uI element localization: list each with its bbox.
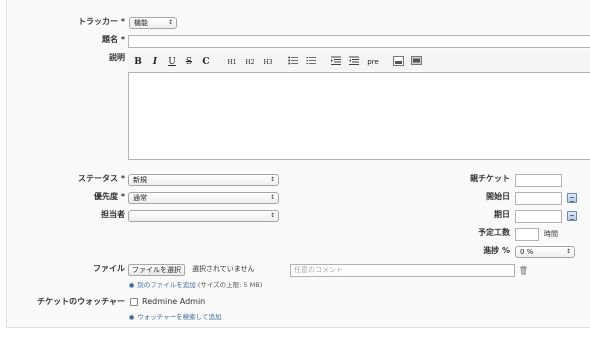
watchers-label: チケットのウォッチャー: [37, 297, 125, 306]
tracker-select[interactable]: 機能 ↕: [129, 17, 177, 29]
parent-issue-input[interactable]: [515, 174, 562, 187]
select-arrows-icon: ↕: [269, 176, 275, 183]
no-file-selected-text: 選択されていません: [192, 265, 255, 273]
calendar-icon[interactable]: [567, 211, 577, 221]
inline-code-button[interactable]: C: [200, 55, 212, 68]
priority-value: 通常: [133, 194, 147, 202]
wiki-toolbar: B I U S C H1 H2 H3 pre: [128, 51, 590, 71]
done-ratio-value: 0 %: [520, 248, 534, 256]
watcher-user-name: Redmine Admin: [142, 297, 206, 306]
assignee-select[interactable]: ↕: [128, 210, 279, 222]
bold-button[interactable]: B: [132, 55, 144, 68]
ordered-list-icon[interactable]: [304, 55, 318, 68]
estimated-hours-input[interactable]: [515, 228, 539, 241]
done-ratio-label: 進捗 %: [483, 246, 510, 255]
italic-button[interactable]: I: [149, 55, 161, 68]
parent-issue-label: 親チケット: [470, 174, 510, 183]
assignee-label: 担当者: [101, 210, 125, 219]
priority-select[interactable]: 通常 ↕: [128, 192, 279, 204]
tracker-value: 機能: [134, 19, 148, 27]
wiki-link-icon[interactable]: [391, 55, 405, 68]
priority-label: 優先度 *: [94, 192, 125, 201]
heading3-button[interactable]: H3: [261, 55, 275, 68]
estimated-hours-label: 予定工数: [478, 228, 510, 237]
description-label: 説明: [109, 53, 125, 62]
heading2-button[interactable]: H2: [243, 55, 257, 68]
due-date-label: 期日: [494, 210, 510, 219]
status-value: 新規: [133, 176, 147, 184]
issue-form-panel: [6, 0, 590, 328]
subject-input[interactable]: [128, 35, 590, 48]
select-arrows-icon: ↕: [565, 248, 571, 255]
file-comment-input[interactable]: 任意のコメント: [290, 264, 515, 277]
start-date-label: 開始日: [486, 192, 510, 201]
underline-button[interactable]: U: [166, 55, 178, 68]
image-icon[interactable]: [409, 55, 423, 68]
add-file-text[interactable]: 別のファイルを追加: [137, 281, 196, 289]
quote-icon[interactable]: [329, 55, 343, 68]
due-date-input[interactable]: [515, 210, 562, 223]
unquote-icon[interactable]: [347, 55, 361, 68]
select-arrows-icon: ↕: [269, 212, 275, 219]
strikethrough-button[interactable]: S: [183, 55, 195, 68]
hours-unit: 時間: [544, 230, 558, 238]
max-size-note: (サイズの上限: 5 MB): [197, 281, 263, 289]
done-ratio-select[interactable]: 0 % ↕: [515, 246, 575, 258]
select-arrows-icon: ↕: [269, 194, 275, 201]
status-label: ステータス *: [78, 174, 125, 183]
file-comment-placeholder: 任意のコメント: [294, 266, 343, 274]
tracker-label: トラッカー *: [78, 17, 125, 26]
watcher-checkbox[interactable]: [130, 298, 138, 306]
add-icon: ●: [129, 314, 135, 321]
preformatted-button[interactable]: pre: [365, 55, 381, 68]
select-arrows-icon: ↕: [167, 19, 173, 26]
files-label: ファイル: [93, 264, 125, 273]
subject-label: 題名 *: [102, 35, 125, 44]
choose-file-button[interactable]: ファイルを選択: [128, 264, 185, 276]
calendar-icon[interactable]: [567, 193, 577, 203]
trash-icon[interactable]: [519, 265, 528, 275]
add-another-file-link[interactable]: ● 別のファイルを追加 (サイズの上限: 5 MB): [129, 280, 262, 291]
heading1-button[interactable]: H1: [225, 55, 239, 68]
unordered-list-icon[interactable]: [286, 55, 300, 68]
add-icon: ●: [129, 282, 135, 289]
search-watchers-text[interactable]: ウォッチャーを検索して追加: [137, 313, 221, 321]
search-watchers-link[interactable]: ● ウォッチャーを検索して追加: [129, 312, 222, 323]
status-select[interactable]: 新規 ↕: [128, 174, 279, 186]
start-date-input[interactable]: [515, 192, 562, 205]
description-textarea[interactable]: [128, 72, 590, 160]
